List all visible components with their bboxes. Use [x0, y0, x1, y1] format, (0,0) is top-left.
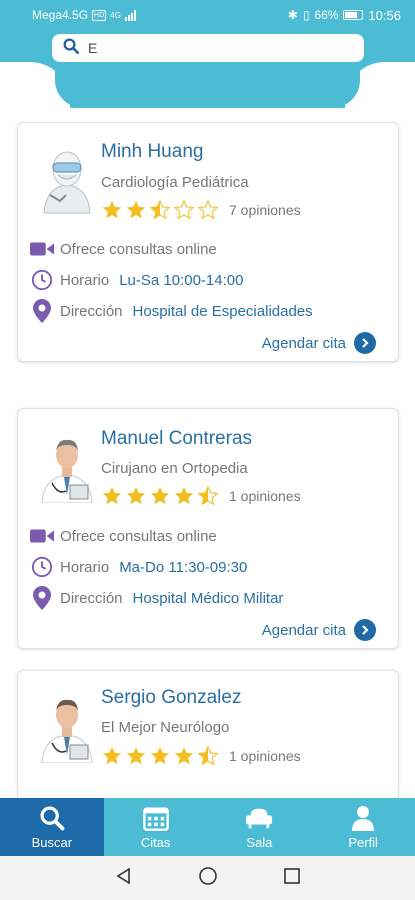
nav-label: Sala [246, 835, 273, 850]
doctor-ppe-avatar [36, 145, 98, 215]
doctor-card[interactable]: Minh Huang Cardiología Pediátrica 7 opin… [17, 122, 399, 362]
person-icon [349, 804, 377, 832]
star-full-icon [102, 486, 122, 505]
star-full-icon [126, 200, 146, 219]
online-label: Ofrece consultas online [60, 240, 217, 258]
schedule-label: Horario [60, 271, 110, 289]
online-row: Ofrece consultas online [30, 525, 217, 547]
doctor-name[interactable]: Manuel Contreras [101, 428, 252, 450]
book-appointment-button[interactable]: Agendar cita [262, 619, 376, 641]
chevron-right-icon [354, 619, 376, 641]
status-bar: Mega4.5G HD 4G ✱ ▯ 66% 10:56 [0, 0, 415, 30]
doctor-card[interactable]: Manuel Contreras Cirujano en Ortopedia 1… [17, 408, 399, 649]
hd-badge: HD [92, 9, 107, 21]
doctor-specialty: Cardiología Pediátrica [101, 174, 249, 191]
calendar-icon [142, 804, 170, 832]
star-full-icon [126, 486, 146, 505]
video-icon [30, 525, 54, 547]
star-full-icon [174, 746, 194, 765]
nav-label: Buscar [31, 835, 73, 850]
book-appointment-label: Agendar cita [261, 621, 346, 639]
nav-perfil[interactable]: Perfil [311, 798, 415, 856]
star-full-icon [102, 200, 122, 219]
vibrate-icon: ▯ [302, 8, 310, 22]
bluetooth-icon: ✱ [287, 8, 298, 22]
search-bar[interactable] [52, 34, 364, 62]
doctor-specialty: Cirujano en Ortopedia [101, 460, 248, 477]
doctor-name[interactable]: Minh Huang [101, 141, 203, 163]
rating-stars: 1 opiniones [101, 745, 301, 767]
review-count[interactable]: 1 opiniones [229, 488, 301, 504]
review-count[interactable]: 1 opiniones [229, 748, 301, 764]
address-label: Dirección [60, 589, 123, 607]
schedule-row: Horario Lu-Sa 10:00-14:00 [30, 269, 243, 291]
nav-label: Citas [140, 835, 171, 850]
search-icon [38, 804, 66, 832]
book-appointment-button[interactable]: Agendar cita [262, 332, 376, 354]
clock-icon [30, 556, 54, 578]
location-pin-icon [30, 299, 54, 323]
star-full-icon [174, 486, 194, 505]
doctor-avatar [36, 693, 98, 764]
address-row: Dirección Hospital de Especialidades [30, 299, 313, 323]
schedule-label: Horario [60, 558, 110, 576]
search-input[interactable] [88, 40, 348, 56]
back-icon[interactable] [114, 866, 134, 891]
network-label: 4G [110, 10, 121, 20]
nav-sala[interactable]: Sala [208, 798, 312, 856]
doctor-card[interactable]: Sergio Gonzalez El Mejor Neurólogo 1 opi… [17, 670, 399, 810]
book-appointment-label: Agendar cita [261, 334, 346, 352]
rating-stars: 1 opiniones [101, 485, 301, 507]
clock: 10:56 [368, 7, 401, 23]
star-full-icon [102, 746, 122, 765]
search-icon [62, 37, 80, 60]
address-label: Dirección [60, 302, 123, 320]
doctor-specialty: El Mejor Neurólogo [101, 719, 230, 736]
schedule-value: Lu-Sa 10:00-14:00 [119, 271, 244, 289]
chevron-right-icon [354, 332, 376, 354]
armchair-icon [245, 804, 273, 832]
home-icon[interactable] [198, 866, 218, 891]
review-count[interactable]: 7 opiniones [229, 202, 301, 218]
star-full-icon [150, 486, 170, 505]
star-half-icon [197, 745, 219, 766]
signal-icon [124, 9, 136, 21]
rating-stars: 7 opiniones [101, 199, 301, 221]
address-row: Dirección Hospital Médico Militar [30, 586, 284, 610]
online-label: Ofrece consultas online [60, 527, 217, 545]
online-row: Ofrece consultas online [30, 238, 217, 260]
star-half-icon [149, 199, 171, 220]
address-value[interactable]: Hospital de Especialidades [133, 303, 313, 320]
star-full-icon [126, 746, 146, 765]
star-empty-icon [197, 199, 219, 220]
nav-citas[interactable]: Citas [104, 798, 208, 856]
star-empty-icon [173, 199, 195, 220]
schedule-value: Ma-Do 11:30-09:30 [119, 558, 248, 576]
nav-buscar[interactable]: Buscar [0, 798, 104, 856]
star-half-icon [197, 485, 219, 506]
schedule-row: Horario Ma-Do 11:30-09:30 [30, 556, 247, 578]
star-full-icon [150, 746, 170, 765]
system-nav-bar [0, 856, 415, 900]
clock-icon [30, 269, 54, 291]
doctor-avatar [36, 433, 98, 504]
doctor-name[interactable]: Sergio Gonzalez [101, 687, 241, 709]
battery-percent: 66% [314, 8, 339, 22]
header-tab [55, 60, 360, 108]
recents-icon[interactable] [282, 866, 302, 891]
carrier-label: Mega4.5G [32, 8, 89, 22]
nav-label: Perfil [348, 835, 378, 850]
address-value[interactable]: Hospital Médico Militar [133, 590, 284, 607]
location-pin-icon [30, 586, 54, 610]
battery-icon [343, 10, 364, 20]
bottom-nav: Buscar Citas Sala Perfil [0, 798, 415, 856]
video-icon [30, 238, 54, 260]
